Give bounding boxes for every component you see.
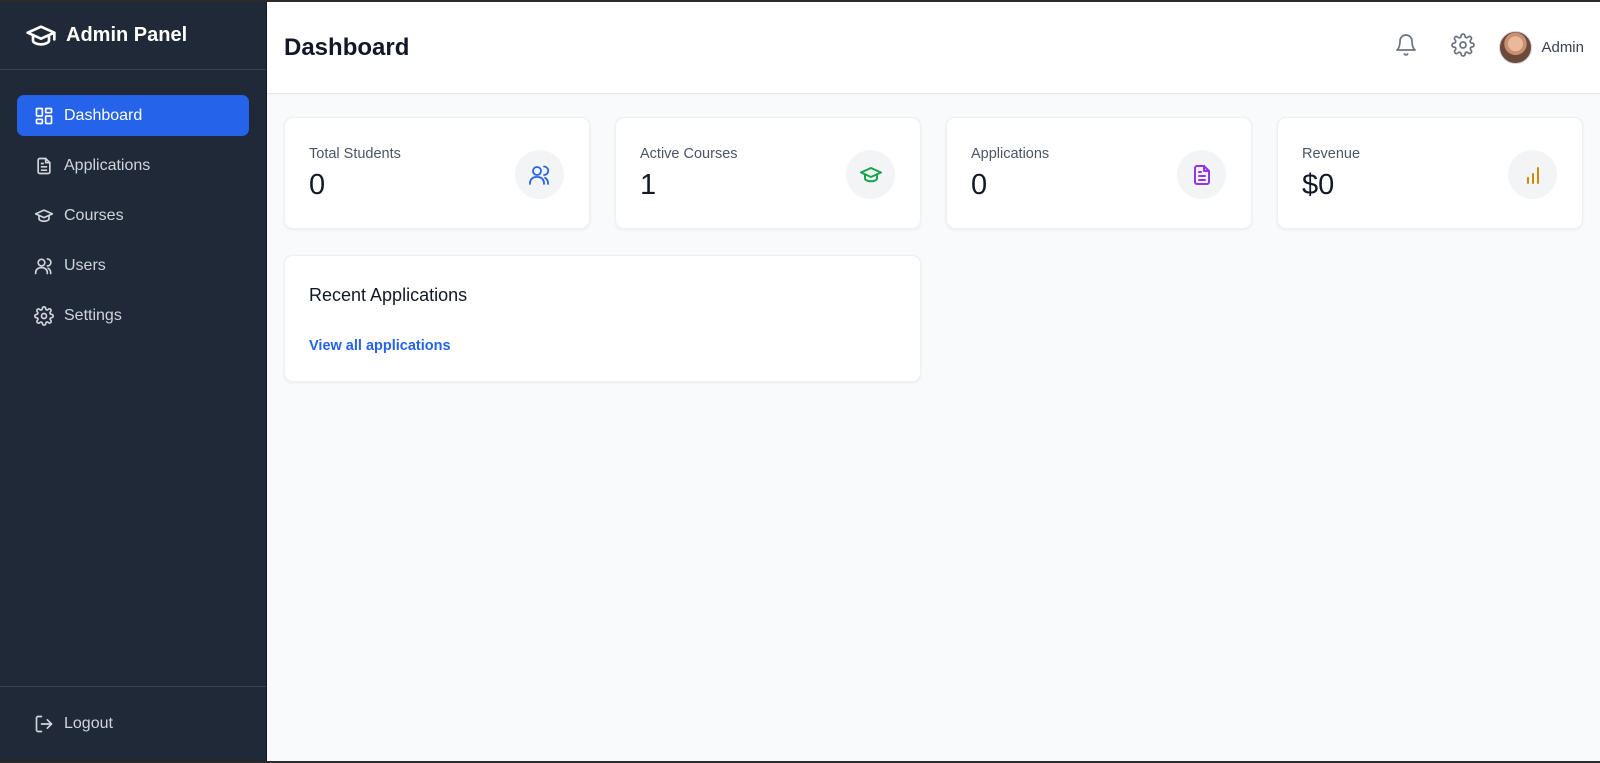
dashboard-grid-icon (34, 106, 54, 126)
sidebar-item-users[interactable]: Users (17, 245, 249, 286)
bar-chart-icon (1508, 150, 1557, 199)
graduation-cap-icon (846, 150, 895, 199)
graduation-cap-icon (25, 20, 57, 52)
bell-icon (1394, 33, 1418, 62)
recent-applications-title: Recent Applications (309, 285, 468, 305)
gear-icon (1451, 33, 1476, 62)
document-icon (34, 156, 54, 176)
dashboard-content: Total Students 0 Active Courses 1 Applic… (267, 94, 1600, 382)
stat-card-applications: Applications 0 (946, 117, 1252, 229)
brand: Admin Panel (0, 2, 266, 70)
sidebar-item-label: Applications (64, 156, 151, 174)
user-menu[interactable]: Admin (1499, 31, 1584, 64)
users-icon (515, 150, 564, 199)
sidebar-nav: Dashboard Applications Courses Users Set… (0, 70, 266, 336)
main-area: Dashboard Admin Total Students 0 Active … (267, 2, 1600, 761)
document-icon (1177, 150, 1226, 199)
logout-label: Logout (64, 715, 113, 732)
notifications-button[interactable] (1390, 32, 1422, 64)
logout-icon (34, 714, 54, 734)
settings-button[interactable] (1447, 32, 1479, 64)
top-bar: Dashboard Admin (267, 2, 1600, 94)
user-name: Admin (1541, 39, 1584, 56)
logout-button[interactable]: Logout (17, 704, 113, 745)
app-window: Admin Panel Dashboard Applications Cours… (0, 2, 1600, 761)
users-icon (34, 256, 54, 276)
sidebar-item-label: Courses (64, 206, 124, 224)
gear-icon (34, 305, 54, 326)
stat-card-total-students: Total Students 0 (284, 117, 590, 229)
avatar (1499, 31, 1533, 64)
stat-card-active-courses: Active Courses 1 (615, 117, 921, 229)
page-title: Dashboard (284, 33, 410, 61)
sidebar-item-courses[interactable]: Courses (17, 195, 249, 236)
sidebar-footer: Logout (0, 686, 266, 761)
top-bar-actions: Admin (1390, 31, 1584, 64)
sidebar-item-label: Dashboard (64, 106, 143, 124)
graduation-cap-icon (34, 206, 54, 226)
view-all-applications-link[interactable]: View all applications (309, 338, 451, 354)
sidebar-item-label: Users (64, 256, 106, 274)
sidebar-item-label: Settings (64, 306, 122, 324)
sidebar-item-applications[interactable]: Applications (17, 145, 249, 186)
sidebar-item-settings[interactable]: Settings (17, 295, 249, 336)
recent-applications-card: Recent Applications View all application… (284, 255, 921, 382)
stat-card-revenue: Revenue $0 (1277, 117, 1583, 229)
brand-title: Admin Panel (66, 24, 188, 46)
stats-row: Total Students 0 Active Courses 1 Applic… (284, 117, 1584, 229)
sidebar: Admin Panel Dashboard Applications Cours… (0, 2, 267, 761)
sidebar-item-dashboard[interactable]: Dashboard (17, 95, 249, 136)
